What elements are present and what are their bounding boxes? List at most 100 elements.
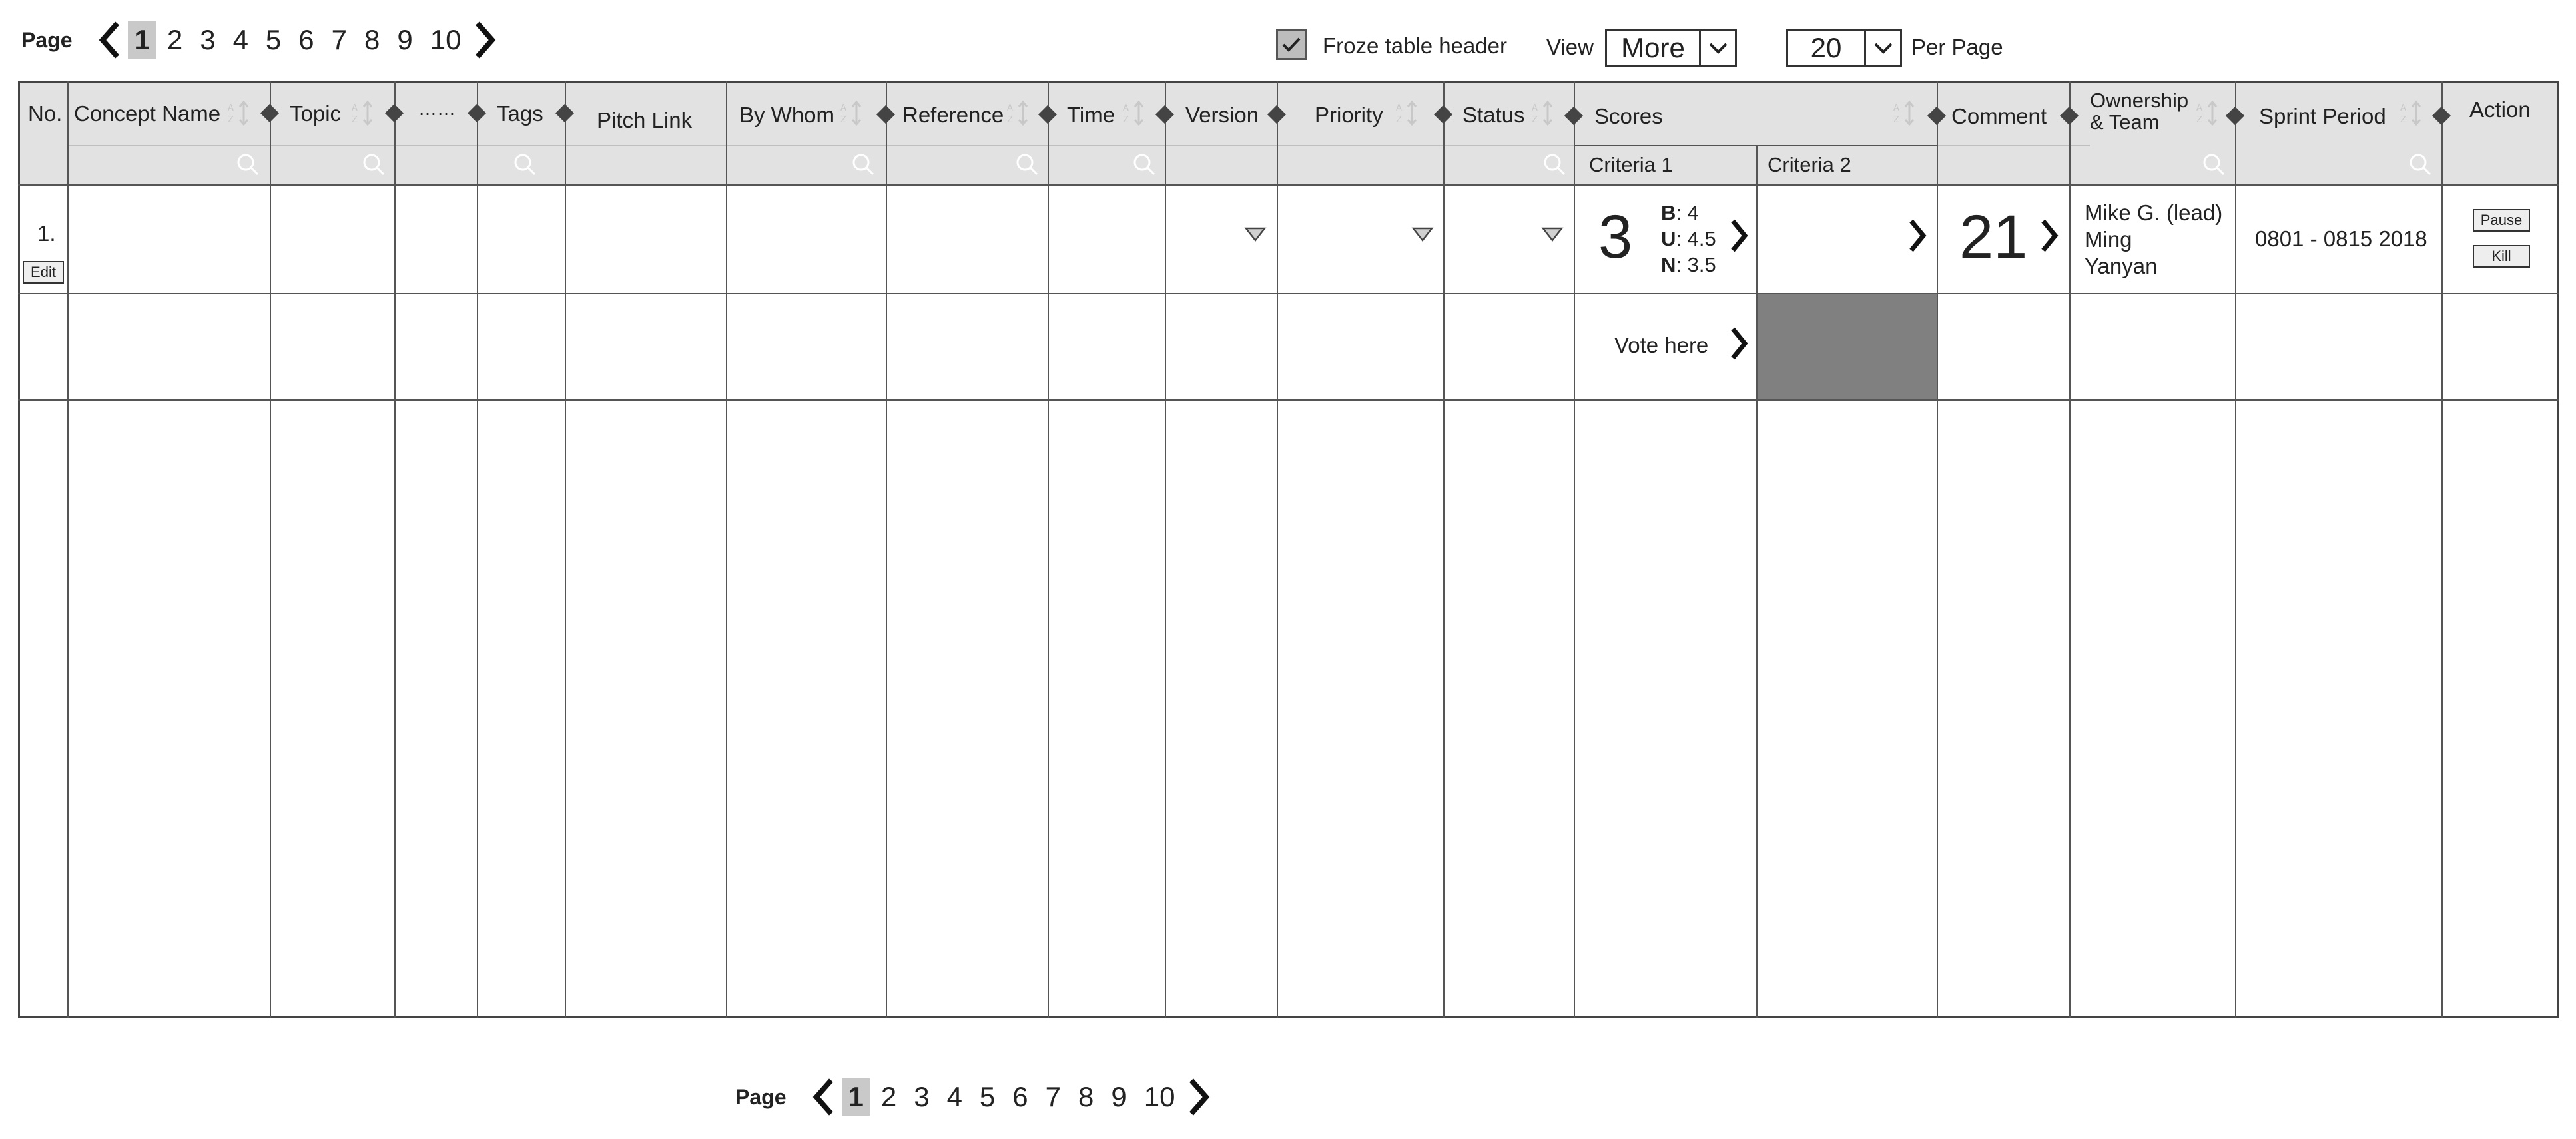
sort-icon[interactable]: AZ	[352, 100, 374, 126]
page-10[interactable]: 10	[424, 21, 468, 59]
view-label: View	[1546, 35, 1594, 59]
next-page-icon[interactable]	[470, 20, 500, 60]
vote-expand-icon[interactable]	[1728, 325, 1750, 362]
page-8[interactable]: 8	[1072, 1078, 1100, 1116]
page-9[interactable]: 9	[1105, 1078, 1132, 1116]
top-pagination: Page 1 2 3 4 5 6 7 8 9 10	[21, 20, 500, 60]
col-header-tags[interactable]: Tags	[497, 101, 543, 126]
svg-text:Z: Z	[352, 115, 358, 125]
pause-button[interactable]: Pause	[2473, 209, 2530, 232]
criteria-1-breakdown: B: 4 U: 4.5 N: 3.5	[1661, 200, 1716, 278]
comment-expand-icon[interactable]	[2038, 217, 2061, 254]
col-header-ownership[interactable]: Ownership & Team	[2090, 89, 2188, 133]
priority-dropdown-icon[interactable]	[1411, 226, 1434, 242]
col-header-topic[interactable]: Topic	[290, 101, 341, 126]
page-2[interactable]: 2	[161, 21, 188, 59]
owner-lead: Mike G. (lead)	[2085, 200, 2223, 225]
sort-icon[interactable]: AZ	[1532, 100, 1554, 126]
freeze-header-checkbox[interactable]	[1276, 29, 1307, 60]
search-icon[interactable]	[362, 152, 386, 176]
col-header-version: Version	[1185, 103, 1259, 127]
version-dropdown-icon[interactable]	[1244, 226, 1267, 242]
page-10[interactable]: 10	[1138, 1078, 1181, 1116]
col-header-scores[interactable]: Scores	[1594, 104, 1663, 129]
team-member: Yanyan	[2085, 254, 2158, 278]
col-divider	[270, 81, 271, 1018]
svg-text:A: A	[228, 103, 234, 113]
page-3[interactable]: 3	[908, 1078, 935, 1116]
col-divider	[477, 81, 478, 1018]
prev-page-icon[interactable]	[808, 1077, 839, 1117]
svg-text:A: A	[352, 103, 358, 113]
page-1[interactable]: 1	[842, 1078, 870, 1116]
sort-icon[interactable]: AZ	[1123, 100, 1145, 126]
col-header-status[interactable]: Status	[1462, 103, 1525, 128]
search-icon[interactable]	[1015, 152, 1039, 176]
bottom-pagination: Page 1 2 3 4 5 6 7 8 9 10	[735, 1077, 1214, 1117]
prev-page-icon[interactable]	[95, 20, 125, 60]
col-header-by-whom[interactable]: By Whom	[739, 103, 834, 128]
svg-text:Z: Z	[1532, 115, 1538, 125]
search-icon[interactable]	[851, 152, 875, 176]
col-header-reference[interactable]: Reference	[902, 103, 1004, 128]
svg-text:Z: Z	[1007, 115, 1013, 125]
sort-icon[interactable]: AZ	[1007, 100, 1030, 126]
page-1[interactable]: 1	[128, 21, 156, 59]
page-3[interactable]: 3	[194, 21, 221, 59]
view-select-value: More	[1621, 32, 1685, 63]
sort-icon[interactable]: AZ	[2196, 100, 2219, 126]
svg-text:Z: Z	[840, 115, 846, 125]
col-header-criteria-2: Criteria 2	[1768, 153, 1851, 176]
col-header-more[interactable]: ……	[418, 99, 456, 120]
per-page-select[interactable]: 20	[1786, 29, 1902, 67]
svg-text:A: A	[2400, 103, 2406, 113]
page-2[interactable]: 2	[875, 1078, 902, 1116]
svg-text:A: A	[1007, 103, 1013, 113]
row-2-bottom-line	[18, 399, 2559, 401]
col-divider	[1165, 81, 1166, 1018]
page-4[interactable]: 4	[227, 21, 254, 59]
svg-text:A: A	[1396, 103, 1402, 113]
sort-icon[interactable]: AZ	[840, 100, 863, 126]
check-icon	[1282, 37, 1301, 52]
criteria-1-expand-icon[interactable]	[1728, 217, 1750, 254]
view-select[interactable]: More	[1605, 29, 1737, 67]
search-icon[interactable]	[1132, 152, 1156, 176]
page-5[interactable]: 5	[260, 21, 287, 59]
col-header-concept-name[interactable]: Concept Name	[74, 101, 220, 126]
col-header-ownership-line1: Ownership	[2090, 89, 2189, 112]
col-header-time[interactable]: Time	[1067, 103, 1115, 128]
search-icon[interactable]	[513, 152, 537, 176]
col-divider	[2235, 81, 2236, 1018]
page-4[interactable]: 4	[941, 1078, 968, 1116]
page-5[interactable]: 5	[974, 1078, 1001, 1116]
page-7[interactable]: 7	[326, 21, 353, 59]
col-header-sprint-period[interactable]: Sprint Period	[2259, 104, 2386, 129]
search-icon[interactable]	[2202, 152, 2226, 176]
vote-here-label[interactable]: Vote here	[1614, 333, 1708, 358]
sort-icon[interactable]: AZ	[1893, 100, 1916, 126]
header-bottom-line	[18, 184, 2559, 186]
kill-button[interactable]: Kill	[2473, 245, 2530, 268]
col-header-priority[interactable]: Priority	[1315, 103, 1383, 128]
sprint-period-value: 0801 - 0815 2018	[2255, 226, 2427, 251]
score-b: B: 4	[1661, 201, 1699, 224]
search-icon[interactable]	[2408, 152, 2432, 176]
page-8[interactable]: 8	[358, 21, 386, 59]
svg-text:Z: Z	[1123, 115, 1129, 125]
page-9[interactable]: 9	[391, 21, 418, 59]
page-7[interactable]: 7	[1040, 1078, 1067, 1116]
sort-icon[interactable]: AZ	[1396, 100, 1419, 126]
search-icon[interactable]	[1542, 152, 1566, 176]
criteria-2-expand-icon[interactable]	[1906, 217, 1929, 254]
page-6[interactable]: 6	[1006, 1078, 1034, 1116]
sort-icon[interactable]: AZ	[2400, 100, 2423, 126]
sort-icon[interactable]: AZ	[228, 100, 250, 126]
search-icon[interactable]	[236, 152, 260, 176]
next-page-icon[interactable]	[1183, 1077, 1214, 1117]
criteria-row-divider	[1574, 145, 1937, 146]
status-dropdown-icon[interactable]	[1541, 226, 1564, 242]
edit-button[interactable]: Edit	[23, 261, 64, 284]
page-6[interactable]: 6	[292, 21, 320, 59]
col-header-pitch-link: Pitch Link	[597, 108, 693, 132]
